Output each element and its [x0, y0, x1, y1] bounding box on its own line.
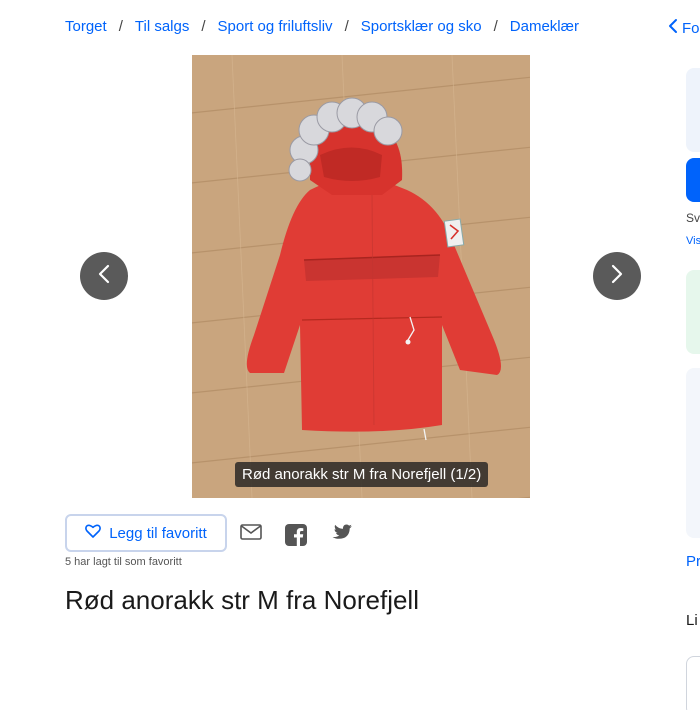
sidebar-link[interactable]: Vis — [686, 235, 700, 247]
previous-image-button[interactable] — [80, 252, 128, 300]
mail-icon[interactable] — [240, 524, 262, 545]
ad-title: Rød anorakk str M fra Norefjell — [65, 585, 419, 615]
add-favorite-button[interactable]: Legg til favoritt — [65, 514, 227, 552]
seller-panel — [686, 368, 700, 538]
info-panel — [686, 270, 700, 354]
breadcrumb-item-sportsklaer-og-sko[interactable]: Sportsklær og sko — [361, 18, 482, 35]
heart-icon — [85, 524, 109, 542]
breadcrumb-item-til-salgs[interactable]: Til salgs — [135, 18, 189, 35]
sidebar-text: Sv — [686, 211, 700, 225]
breadcrumb-item-dameklaer[interactable]: Dameklær — [510, 18, 579, 35]
twitter-icon[interactable] — [331, 524, 353, 547]
product-image[interactable] — [192, 55, 530, 498]
facebook-icon[interactable] — [285, 524, 307, 551]
back-link[interactable]: Fo — [668, 18, 700, 38]
breadcrumb-item-torget[interactable]: Torget — [65, 18, 107, 35]
chevron-left-icon — [97, 264, 111, 289]
next-image-button[interactable] — [593, 252, 641, 300]
sidebar-card[interactable] — [686, 656, 700, 710]
chevron-left-icon — [668, 18, 682, 38]
sidebar-link[interactable]: Pr — [686, 553, 700, 570]
chevron-right-icon — [610, 264, 624, 289]
breadcrumb-separator: / — [493, 18, 498, 35]
breadcrumb-item-sport-og-friluftsliv[interactable]: Sport og friluftsliv — [218, 18, 333, 35]
breadcrumb: Torget / Til salgs / Sport og friluftsli… — [65, 18, 579, 35]
breadcrumb-separator: / — [344, 18, 349, 35]
sidebar-heading: Li — [686, 612, 698, 629]
image-caption: Rød anorakk str M fra Norefjell (1/2) — [235, 462, 489, 487]
price-panel — [686, 68, 700, 152]
breadcrumb-separator: / — [201, 18, 206, 35]
favorite-count: 5 har lagt til som favoritt — [65, 556, 182, 568]
contact-button[interactable] — [686, 158, 700, 202]
back-link-label: Fo — [682, 19, 700, 37]
add-favorite-label: Legg til favoritt — [109, 524, 207, 542]
breadcrumb-separator: / — [118, 18, 123, 35]
